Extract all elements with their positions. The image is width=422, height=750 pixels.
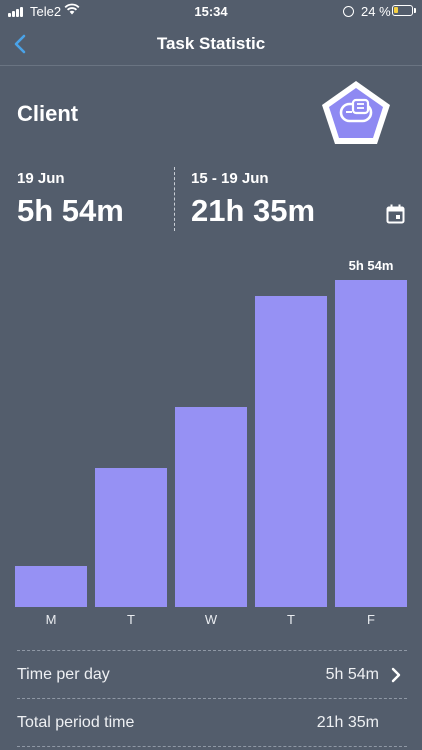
orientation-lock-icon	[343, 6, 354, 17]
day-date: 19 Jun	[17, 170, 65, 187]
battery-percent: 24 %	[361, 4, 391, 19]
chart-bar[interactable]	[255, 296, 327, 607]
row-divider	[17, 650, 407, 651]
x-tick-label: T	[287, 612, 295, 627]
x-tick-label: F	[367, 612, 375, 627]
status-bar: Tele2 15:34 24 %	[0, 0, 422, 22]
client-title: Client	[17, 101, 79, 126]
x-tick-label: T	[127, 612, 135, 627]
chevron-right-icon[interactable]	[391, 667, 401, 683]
nav-bar: Task Statistic	[0, 24, 422, 66]
bar-data-label: 5h 54m	[348, 257, 394, 273]
row-divider	[17, 698, 407, 699]
chart-bar[interactable]	[175, 407, 247, 607]
time-per-day-value: 5h 54m	[325, 666, 379, 683]
status-time: 15:34	[194, 4, 228, 19]
calendar-icon[interactable]	[386, 204, 405, 224]
time-per-day-row[interactable]: Time per day 5h 54m	[17, 652, 407, 698]
time-per-day-label: Time per day	[17, 666, 110, 683]
stats-divider	[174, 167, 175, 231]
total-period-row: Total period time 21h 35m	[17, 700, 407, 746]
chart-bar[interactable]	[15, 566, 87, 607]
client-hand-icon	[322, 81, 390, 144]
page-title: Task Statistic	[156, 34, 266, 53]
x-tick-label: W	[204, 612, 218, 627]
chart-bar[interactable]	[95, 468, 167, 607]
battery-level	[394, 7, 398, 13]
total-period-label: Total period time	[17, 714, 135, 731]
period-total: 21h 35m	[191, 193, 316, 228]
total-period-value: 21h 35m	[316, 714, 379, 731]
day-total: 5h 54m	[17, 193, 124, 228]
period-date: 15 - 19 Jun	[191, 170, 269, 187]
row-divider	[17, 746, 407, 747]
battery-icon	[392, 5, 413, 16]
bar-chart: M T W T F 5h 54m	[0, 240, 422, 640]
battery-nub	[414, 8, 416, 13]
chart-bar[interactable]	[335, 279, 407, 607]
x-tick-label: M	[45, 612, 57, 627]
